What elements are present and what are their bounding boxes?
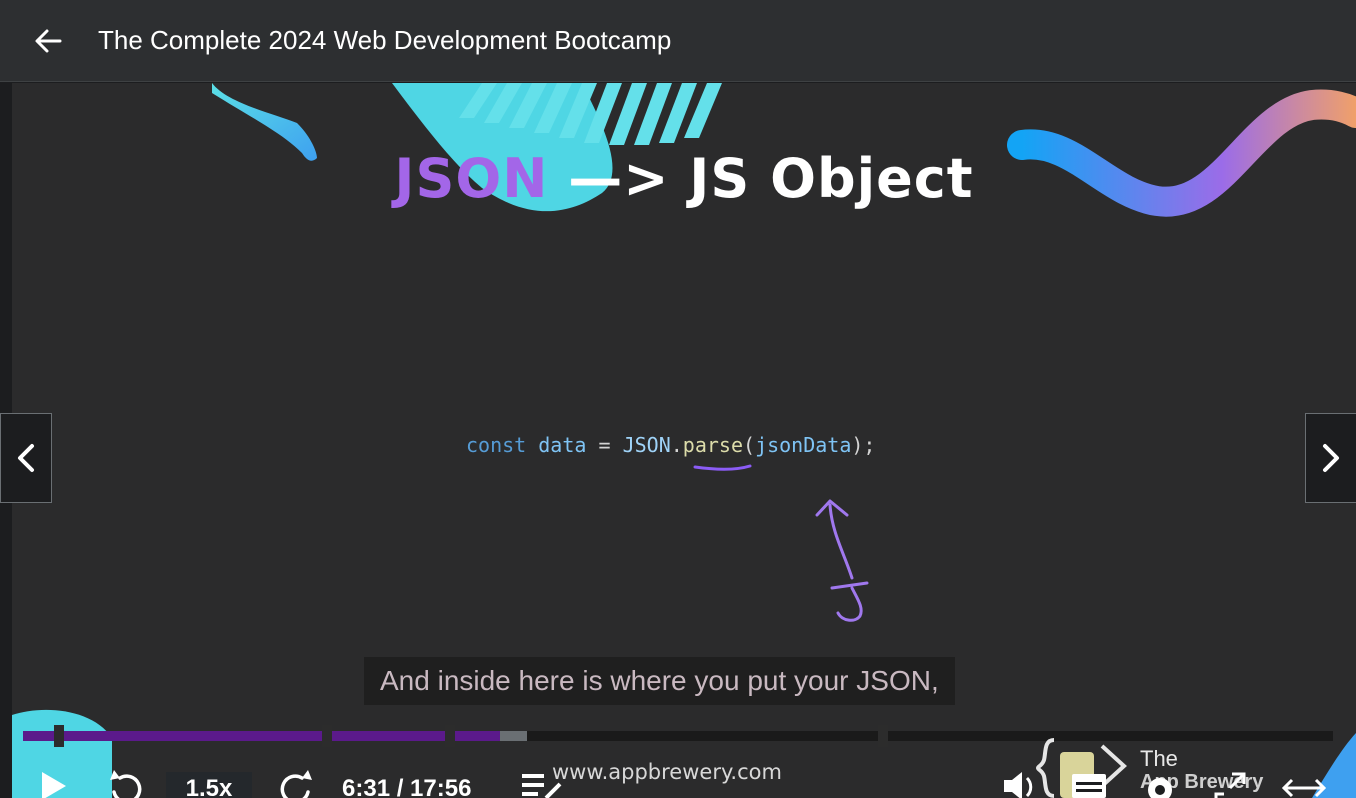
time-display: 6:31 / 17:56 [342, 775, 472, 798]
chapter-marker[interactable] [878, 725, 888, 747]
watermark-url: www.appbrewery.com [552, 760, 782, 784]
transcript-icon[interactable] [1070, 772, 1110, 798]
code-class: JSON [622, 433, 671, 457]
code-close: ); [851, 433, 876, 457]
chevron-left-icon [18, 444, 34, 472]
chapter-marker[interactable] [445, 725, 455, 747]
chevron-right-icon [1323, 444, 1339, 472]
code-variable: data [538, 433, 587, 457]
play-icon[interactable] [36, 770, 72, 798]
playback-speed-button[interactable]: 1.5x [166, 772, 252, 798]
next-lecture-button[interactable] [1305, 413, 1356, 503]
slide-title: JSON —> JS Object [12, 147, 1356, 210]
subtitle-caption: And inside here is where you put your JS… [364, 657, 955, 705]
slide-title-json: JSON [394, 147, 549, 210]
fullscreen-icon[interactable] [1212, 770, 1248, 798]
volume-icon[interactable] [1002, 770, 1038, 798]
code-function: parse [682, 433, 744, 457]
back-button[interactable] [18, 11, 78, 71]
code-snippet: const data = JSON.parse(jsonData); [466, 433, 875, 457]
code-dot: . [670, 433, 683, 457]
chapter-marker[interactable] [322, 725, 332, 747]
code-open-paren: ( [743, 433, 756, 457]
expand-icon[interactable] [1282, 776, 1326, 798]
brand-line-1: The [1140, 746, 1178, 771]
gear-icon[interactable] [1140, 770, 1180, 798]
chapter-marker[interactable] [54, 725, 64, 747]
progress-played [23, 731, 500, 741]
arrow-left-icon [35, 29, 62, 52]
slide-title-rest: —> JS Object [568, 147, 974, 210]
forward-icon[interactable] [276, 768, 316, 798]
code-argument: jsonData [755, 433, 852, 457]
code-keyword: const [466, 433, 527, 457]
top-bar: The Complete 2024 Web Development Bootca… [0, 0, 1356, 82]
rewind-icon[interactable] [106, 768, 146, 798]
code-operator: = [598, 433, 611, 457]
video-progress-bar[interactable] [23, 725, 1333, 747]
course-title: The Complete 2024 Web Development Bootca… [98, 25, 672, 55]
previous-lecture-button[interactable] [0, 413, 52, 503]
